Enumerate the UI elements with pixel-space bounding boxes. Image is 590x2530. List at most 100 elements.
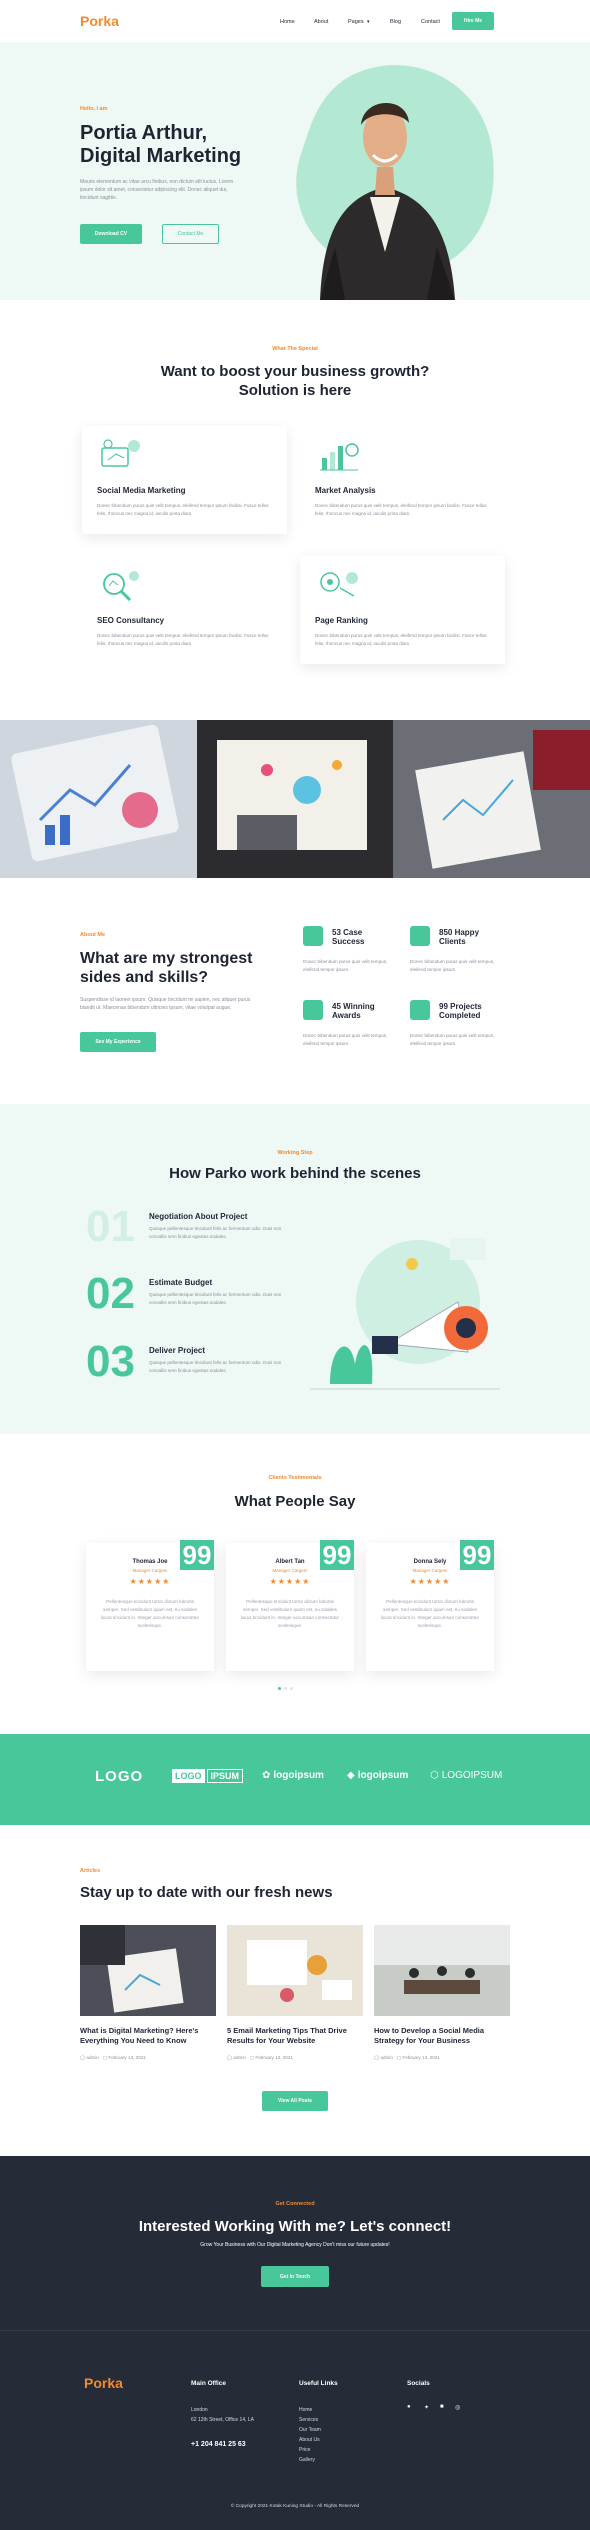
facebook-icon[interactable]: ●	[407, 2404, 411, 2410]
step-text: Quisque pellentesque tincidunt felis ac …	[149, 1292, 282, 1305]
service-card-market-analysis[interactable]: Market Analysis Donec bibendum purus qui…	[300, 426, 505, 534]
service-card-page-ranking[interactable]: Page Ranking Donec bibendum purus quis v…	[300, 556, 505, 664]
client-logo-5-text: LOGOIPSUM	[441, 1770, 503, 1781]
service-title: Social Media Marketing	[97, 486, 186, 495]
testimonial-role: Manager Cargem	[412, 1568, 448, 1573]
social-media-icon	[101, 439, 140, 467]
article-meta: ◯ admin ▢ February 13, 2021	[374, 2055, 440, 2061]
about-title: What are my strongest sides and skills?	[80, 949, 252, 987]
star-rating-icon: ★★★★★	[129, 1577, 171, 1586]
service-title: SEO Consultancy	[97, 616, 165, 625]
hero-title-line2: Digital Marketing	[80, 145, 242, 167]
nav-pages[interactable]: Pages	[348, 19, 364, 25]
hexagon-icon: ⬡	[430, 1770, 439, 1781]
photo-gallery-strip	[0, 720, 590, 878]
contact-me-button[interactable]: Contact Me	[162, 224, 219, 244]
about-title-line2: sides and skills?	[80, 969, 209, 986]
flower-icon: ✿	[262, 1770, 271, 1781]
market-analysis-icon	[320, 443, 359, 471]
navbar: Porka Home About Pages ▾ Blog Contact Hi…	[0, 0, 590, 42]
stat-text: Donec bibendum purus quis velit tempus, …	[410, 1033, 495, 1046]
stat-text: Donec bibendum purus quis velit tempus, …	[303, 1033, 388, 1046]
stat-text: Donec bibendum purus quis velit tempus, …	[303, 959, 388, 972]
page-ranking-icon	[320, 572, 358, 597]
testimonial-card: 99 Donna Sely Manager Cargem ★★★★★ Pelle…	[366, 1540, 494, 1671]
carousel-dot-active[interactable]	[278, 1687, 281, 1690]
testimonial-card: 99 Thomas Joe Manager Cargem ★★★★★ Pelle…	[86, 1540, 214, 1671]
hero-portrait-illustration	[296, 65, 494, 300]
stat-title-line2: Clients	[439, 937, 466, 946]
client-logo-4: ◆ logoipsum	[347, 1770, 408, 1781]
stat-title-line1: 99 Projects	[439, 1002, 482, 1011]
thumbs-up-icon	[410, 926, 430, 946]
stat-title-line1: 45 Winning	[332, 1002, 375, 1011]
service-card-seo[interactable]: SEO Consultancy Donec bibendum purus qui…	[82, 556, 287, 664]
twitter-icon[interactable]: ✦	[424, 2404, 429, 2411]
step-title: Estimate Budget	[149, 1278, 213, 1287]
service-text: Donec bibendum purus quis velit tempus, …	[97, 633, 269, 646]
services-eyebrow: What The Special	[272, 346, 318, 352]
footer-copyright: © Copyright 2021 Kotak Kuning Studio - A…	[230, 2504, 360, 2509]
footer-link-services[interactable]: Services	[299, 2417, 318, 2423]
client-logo-1: LOGO	[95, 1768, 144, 1785]
star-rating-icon: ★★★★★	[409, 1577, 451, 1586]
about-title-line1: What are my strongest	[80, 950, 253, 967]
cta-section: Get Connected Interested Working With me…	[0, 2156, 590, 2330]
footer-office-title: Main Office	[191, 2380, 227, 2387]
article-title[interactable]: 5 Email Marketing Tips That Drive Result…	[227, 2026, 363, 2046]
about-eyebrow: About Me	[80, 932, 106, 938]
services-title-line2: Solution is here	[238, 382, 352, 399]
step-text: Quisque pellentesque tincidunt felis ac …	[149, 1360, 282, 1373]
cta-eyebrow: Get Connected	[275, 2201, 315, 2207]
testimonial-quote: Pellentesque tincidunt tortor dictum lob…	[240, 1599, 340, 1628]
footer-office-phone[interactable]: +1 204 841 25 63	[191, 2441, 246, 2448]
nav-about[interactable]: About	[314, 19, 328, 25]
footer-link-about-us[interactable]: About Us	[299, 2437, 320, 2443]
carousel-dot[interactable]	[290, 1687, 293, 1690]
megaphone-marketing-illustration	[310, 1238, 500, 1390]
nav-blog[interactable]: Blog	[390, 19, 401, 25]
quote-icon: 99	[460, 1540, 494, 1570]
download-cv-button[interactable]: Download CV	[80, 224, 142, 244]
footer-logo[interactable]: Porka	[84, 2375, 123, 2391]
testimonial-quote: Pellentesque tincidunt tortor dictum lob…	[100, 1599, 200, 1628]
articles-eyebrow: Articles	[80, 1868, 101, 1874]
article-meta: ◯ admin ▢ February 13, 2021	[227, 2055, 293, 2061]
service-text: Donec bibendum purus quis velit tempus, …	[97, 503, 269, 516]
article-title[interactable]: What is Digital Marketing? Here's Everyt…	[80, 2026, 216, 2046]
article-date: February 13, 2021	[108, 2055, 146, 2060]
carousel-dot[interactable]	[284, 1687, 287, 1690]
article-title[interactable]: How to Develop a Social Media Strategy f…	[374, 2026, 510, 2046]
footer-link-price[interactable]: Price	[299, 2447, 310, 2453]
linkedin-icon[interactable]: ■	[440, 2404, 444, 2410]
nav-home[interactable]: Home	[280, 19, 295, 25]
clipboard-icon	[303, 926, 323, 946]
footer-link-home[interactable]: Home	[299, 2407, 312, 2413]
footer-socials-title: Socials	[407, 2380, 430, 2387]
step-title: Negotiation About Project	[149, 1212, 248, 1221]
stat-title-line1: 850 Happy	[439, 928, 480, 937]
testimonials-title: What People Say	[234, 1493, 356, 1510]
footer-link-gallery[interactable]: Gallery	[299, 2457, 315, 2463]
testimonial-card: 99 Albert Tan Manager Cargem ★★★★★ Pelle…	[226, 1540, 354, 1671]
step-number: 02	[86, 1269, 135, 1318]
article-date: February 13, 2021	[402, 2055, 440, 2060]
hero-title-line1: Portia Arthur,	[80, 122, 208, 144]
view-all-posts-button[interactable]: View All Posts	[262, 2091, 328, 2111]
nav-contact[interactable]: Contact	[421, 19, 440, 25]
see-experience-button[interactable]: See My Experience	[80, 1032, 156, 1052]
service-text: Donec bibendum purus quis velit tempus, …	[315, 633, 487, 646]
footer-link-our-team[interactable]: Our Team	[299, 2427, 321, 2433]
article-meta: ◯ admin ▢ February 13, 2021	[80, 2055, 146, 2061]
award-icon	[303, 1000, 323, 1020]
brand-logo[interactable]: Porka	[80, 13, 119, 29]
client-logo-2-box: LOGO	[172, 1769, 205, 1783]
footer	[0, 2330, 590, 2530]
get-in-touch-button[interactable]: Get In Touch	[261, 2266, 329, 2287]
client-logo-4-text: logoipsum	[357, 1770, 409, 1781]
service-card-social-media[interactable]: Social Media Marketing Donec bibendum pu…	[82, 426, 287, 534]
hire-me-button[interactable]: Hire Me	[452, 12, 494, 30]
article-image-planning-table	[227, 1925, 363, 2016]
instagram-icon[interactable]: ◎	[455, 2404, 460, 2411]
quote-icon: 99	[320, 1540, 354, 1570]
